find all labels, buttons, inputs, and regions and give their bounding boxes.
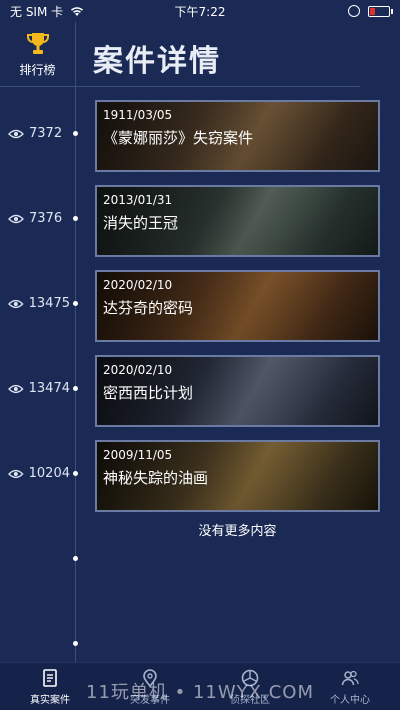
timeline-dot bbox=[73, 641, 78, 646]
tab-profile[interactable]: 个人中心 bbox=[300, 663, 400, 710]
tab-label: 侦探社区 bbox=[230, 694, 270, 706]
page-title: 案件详情 bbox=[93, 44, 221, 79]
timeline-dot bbox=[73, 301, 78, 306]
case-date: 1911/03/05 bbox=[103, 108, 173, 122]
view-count: 7376 bbox=[8, 211, 70, 226]
document-icon bbox=[43, 668, 57, 687]
view-count-value: 7372 bbox=[29, 126, 63, 141]
case-title: 密西西比计划 bbox=[103, 384, 194, 402]
view-count-value: 10204 bbox=[28, 466, 70, 481]
community-icon bbox=[241, 669, 259, 686]
battery-icon bbox=[368, 5, 393, 17]
tab-detective-community[interactable]: 侦探社区 bbox=[200, 663, 300, 710]
ranking-label: 排行榜 bbox=[19, 62, 56, 77]
case-title: 达芬奇的密码 bbox=[103, 299, 194, 317]
view-count: 13474 bbox=[8, 381, 70, 396]
tab-label: 个人中心 bbox=[330, 694, 370, 706]
view-count: 7372 bbox=[8, 126, 70, 141]
tab-label: 突发事件 bbox=[130, 694, 170, 706]
timeline-dot bbox=[73, 386, 78, 391]
case-card[interactable]: 2013/01/31 消失的王冠 bbox=[95, 185, 380, 257]
case-card[interactable]: 2009/11/05 神秘失踪的油画 bbox=[95, 440, 380, 512]
list-end-text: 没有更多内容 bbox=[198, 524, 277, 539]
carrier-label: 无 SIM 卡 bbox=[10, 4, 64, 19]
timeline-dot bbox=[73, 131, 78, 136]
view-count: 10204 bbox=[8, 466, 70, 481]
eye-icon bbox=[8, 299, 24, 308]
eye-icon bbox=[8, 469, 24, 478]
timeline-dot bbox=[73, 471, 78, 476]
case-date: 2020/02/10 bbox=[103, 278, 173, 292]
eye-icon bbox=[8, 214, 24, 223]
case-card[interactable]: 1911/03/05 《蒙娜丽莎》失窃案件 bbox=[95, 100, 380, 172]
view-count-value: 13474 bbox=[28, 381, 70, 396]
tab-emergencies[interactable]: 突发事件 bbox=[100, 663, 200, 710]
eye-icon bbox=[8, 129, 24, 138]
location-icon bbox=[143, 668, 157, 687]
case-title: 《蒙娜丽莎》失窃案件 bbox=[103, 129, 254, 147]
case-date: 2013/01/31 bbox=[103, 193, 173, 207]
status-bar: 无 SIM 卡 下午7:22 bbox=[0, 0, 400, 22]
timeline-dot bbox=[73, 216, 78, 221]
case-title: 神秘失踪的油画 bbox=[103, 469, 209, 487]
view-count-value: 7376 bbox=[29, 211, 63, 226]
case-card[interactable]: 2020/02/10 达芬奇的密码 bbox=[95, 270, 380, 342]
timeline-line bbox=[75, 22, 76, 662]
timeline-dot bbox=[73, 556, 78, 561]
user-icon bbox=[341, 670, 359, 685]
wifi-icon bbox=[71, 7, 84, 16]
view-count-value: 13475 bbox=[28, 296, 70, 311]
rotation-lock-icon bbox=[348, 5, 360, 17]
case-date: 2009/11/05 bbox=[103, 448, 173, 462]
case-card[interactable]: 2020/02/10 密西西比计划 bbox=[95, 355, 380, 427]
tab-real-cases[interactable]: 真实案件 bbox=[0, 663, 100, 710]
trophy-icon bbox=[26, 32, 49, 54]
case-title: 消失的王冠 bbox=[103, 214, 179, 232]
ranking-button[interactable]: 排行榜 bbox=[0, 28, 75, 80]
header-divider bbox=[0, 86, 360, 87]
eye-icon bbox=[8, 384, 24, 393]
tab-bar: 真实案件 突发事件 侦探社区 个人中心 bbox=[0, 662, 400, 710]
case-date: 2020/02/10 bbox=[103, 363, 173, 377]
view-count: 13475 bbox=[8, 296, 70, 311]
tab-label: 真实案件 bbox=[30, 694, 70, 706]
